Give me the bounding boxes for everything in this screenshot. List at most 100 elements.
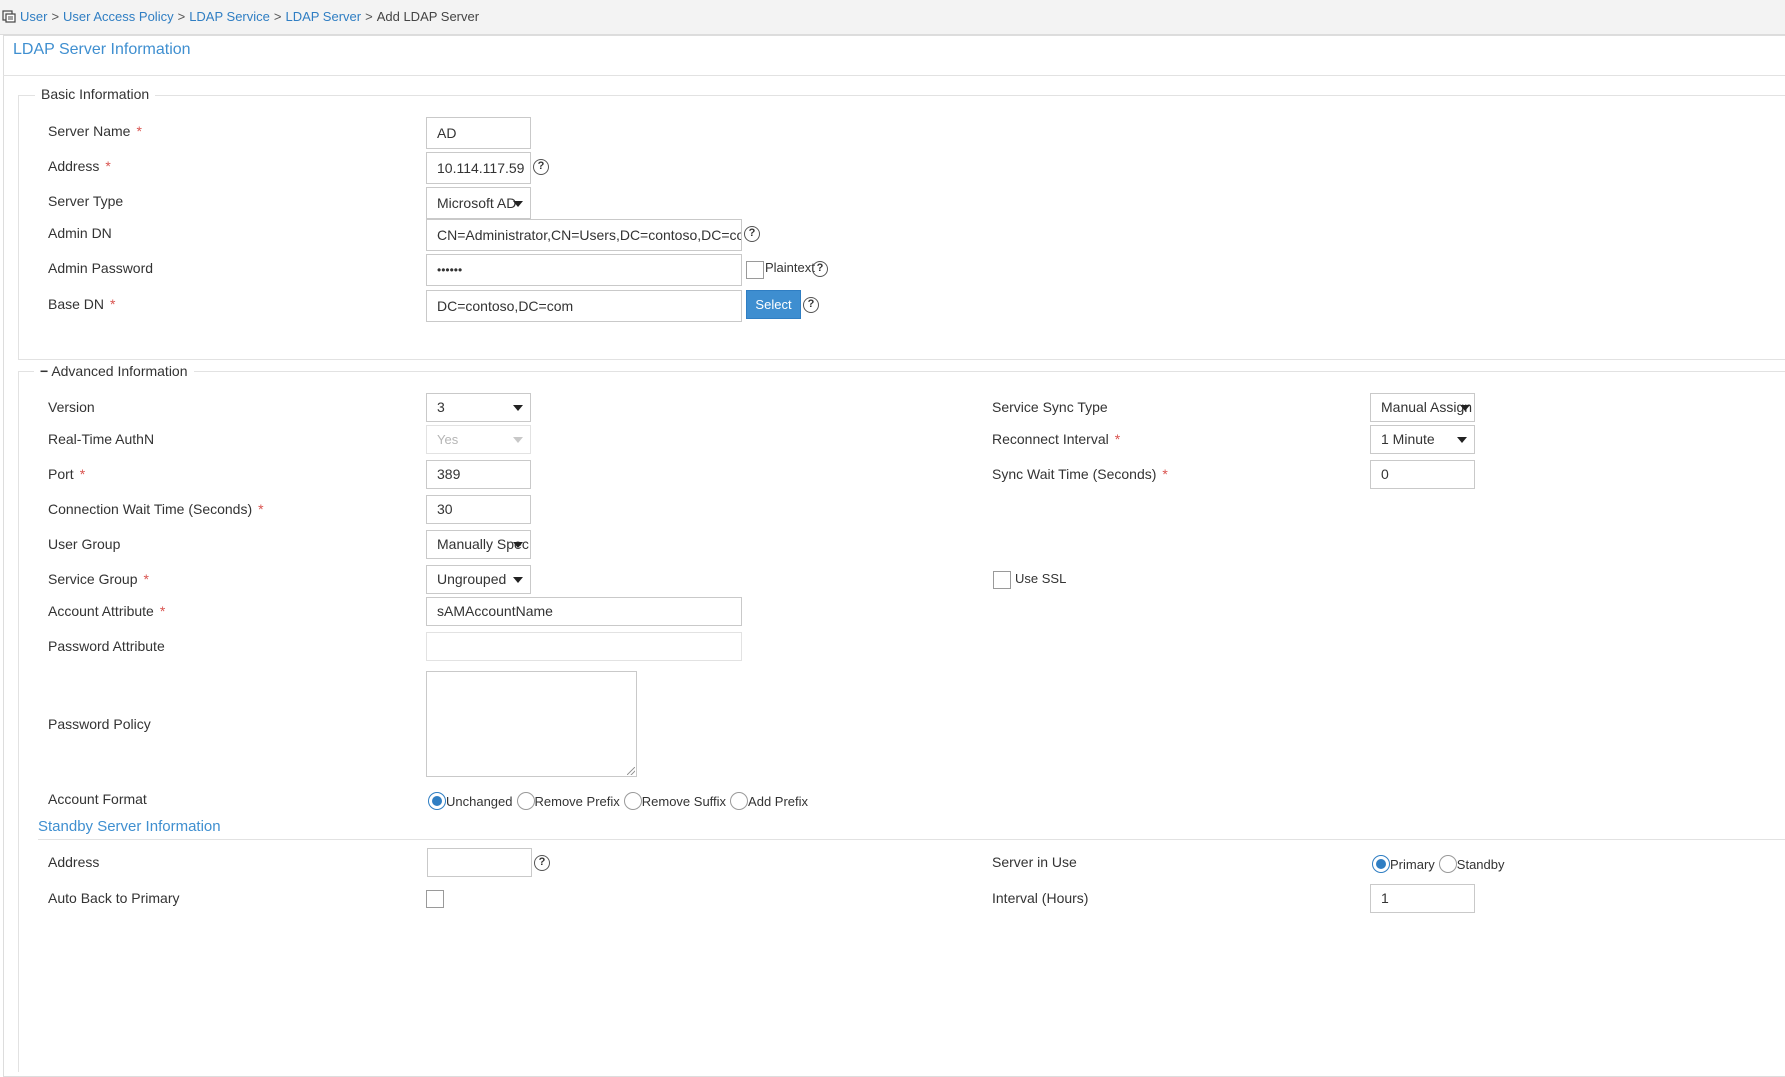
address-help-icon[interactable]: ?	[533, 159, 549, 175]
breadcrumb-link-ldap-server[interactable]: LDAP Server	[285, 9, 361, 24]
base-dn-input[interactable]: DC=contoso,DC=com	[426, 290, 742, 322]
radio-remove-suffix-label: Remove Suffix	[641, 793, 727, 809]
user-group-label: User Group	[48, 536, 121, 552]
radio-primary-label: Primary	[1390, 856, 1435, 872]
server-in-use-label: Server in Use	[992, 854, 1077, 870]
admin-password-input[interactable]: ••••••	[426, 254, 742, 286]
use-ssl-checkbox[interactable]	[993, 571, 1011, 589]
plaintext-label: Plaintext	[765, 260, 815, 275]
account-attribute-input[interactable]: sAMAccountName	[426, 597, 742, 626]
basic-info-fieldset	[18, 95, 1785, 360]
version-label: Version	[48, 399, 95, 415]
standby-divider	[38, 839, 1785, 840]
radio-standby-label: Standby	[1456, 856, 1505, 872]
service-group-select[interactable]: Ungrouped	[426, 565, 531, 594]
radio-add-prefix[interactable]	[730, 792, 749, 810]
password-attribute-label: Password Attribute	[48, 638, 165, 654]
connection-wait-input[interactable]: 30	[426, 495, 531, 524]
server-type-value: Microsoft AD	[437, 195, 517, 211]
account-format-label: Account Format	[48, 791, 147, 807]
server-name-label: Server Name *	[48, 123, 142, 139]
advanced-info-legend[interactable]: − Advanced Information	[34, 363, 194, 379]
reconnect-interval-label: Reconnect Interval *	[992, 431, 1121, 447]
auto-back-checkbox[interactable]	[426, 890, 444, 908]
radio-add-prefix-label: Add Prefix	[748, 793, 809, 809]
use-ssl-label: Use SSL	[1015, 571, 1067, 586]
address-input[interactable]: 10.114.117.59	[426, 152, 531, 184]
breadcrumb-link-ldap-service[interactable]: LDAP Service	[189, 9, 270, 24]
password-policy-textarea[interactable]	[426, 671, 637, 777]
chevron-down-icon	[1460, 405, 1470, 411]
plaintext-help-icon[interactable]: ?	[812, 261, 828, 277]
service-group-value: Ungrouped	[437, 571, 507, 587]
version-select[interactable]: 3	[426, 393, 531, 422]
radio-remove-prefix[interactable]	[516, 792, 535, 810]
account-format-radio-group: Unchanged Remove Prefix Remove Suffix Ad…	[428, 791, 808, 811]
connection-wait-label: Connection Wait Time (Seconds) *	[48, 501, 264, 517]
interval-hours-label: Interval (Hours)	[992, 890, 1089, 906]
chevron-down-icon	[513, 405, 523, 411]
realtime-authn-select: Yes	[426, 425, 531, 454]
chevron-down-icon	[513, 201, 523, 207]
sync-wait-label: Sync Wait Time (Seconds) *	[992, 466, 1168, 482]
reconnect-interval-select[interactable]: 1 Minute	[1370, 425, 1475, 454]
radio-unchanged[interactable]	[428, 792, 446, 810]
radio-unchanged-label: Unchanged	[446, 793, 513, 809]
port-input[interactable]: 389	[426, 460, 531, 489]
sync-wait-input[interactable]: 0	[1370, 460, 1475, 489]
basic-info-legend: Basic Information	[35, 86, 156, 102]
breadcrumb-link-user-access-policy[interactable]: User Access Policy	[63, 9, 174, 24]
panel-header	[3, 35, 1785, 76]
breadcrumb-separator: >	[365, 8, 373, 24]
breadcrumb-current: Add LDAP Server	[376, 8, 480, 24]
breadcrumb-separator: >	[273, 8, 282, 24]
admin-dn-help-icon[interactable]: ?	[744, 226, 760, 242]
collapse-icon[interactable]: −	[40, 363, 48, 379]
breadcrumb-separator: >	[51, 8, 60, 24]
standby-address-help-icon[interactable]: ?	[534, 855, 550, 871]
standby-section-title: Standby Server Information	[38, 818, 221, 835]
chevron-down-icon	[1457, 437, 1467, 443]
base-dn-help-icon[interactable]: ?	[803, 297, 819, 313]
user-group-select[interactable]: Manually Spec	[426, 530, 531, 559]
port-label: Port *	[48, 466, 86, 482]
auto-back-label: Auto Back to Primary	[48, 890, 180, 906]
realtime-authn-value: Yes	[437, 432, 459, 447]
admin-password-label: Admin Password	[48, 260, 154, 276]
reconnect-interval-value: 1 Minute	[1381, 431, 1435, 447]
radio-remove-suffix[interactable]	[623, 792, 642, 810]
server-in-use-radio-group: Primary Standby	[1372, 854, 1504, 874]
plaintext-checkbox[interactable]	[746, 261, 764, 279]
breadcrumb-link-user[interactable]: User	[20, 9, 47, 24]
server-type-label: Server Type	[48, 193, 124, 209]
radio-primary[interactable]	[1372, 855, 1390, 873]
base-dn-label: Base DN *	[48, 296, 116, 312]
account-attribute-label: Account Attribute *	[48, 603, 166, 619]
interval-hours-input[interactable]: 1	[1370, 884, 1475, 913]
service-group-label: Service Group *	[48, 571, 149, 587]
password-attribute-input[interactable]	[426, 632, 742, 661]
user-home-icon	[2, 9, 16, 23]
admin-dn-input[interactable]: CN=Administrator,CN=Users,DC=contoso,DC=…	[426, 219, 742, 251]
advanced-info-fieldset	[18, 371, 1785, 1072]
breadcrumb: User > User Access Policy > LDAP Service…	[2, 6, 479, 26]
chevron-down-icon	[513, 577, 523, 583]
standby-address-input[interactable]	[427, 848, 532, 877]
address-label: Address *	[48, 158, 111, 174]
version-value: 3	[437, 399, 445, 415]
select-base-dn-button[interactable]: Select	[746, 290, 801, 319]
radio-standby[interactable]	[1438, 855, 1457, 873]
panel-title: LDAP Server Information	[13, 41, 191, 58]
server-name-input[interactable]: AD	[426, 117, 531, 149]
realtime-authn-label: Real-Time AuthN	[48, 431, 155, 447]
service-sync-type-label: Service Sync Type	[992, 399, 1108, 415]
resize-grip-icon[interactable]	[627, 767, 635, 775]
password-policy-label: Password Policy	[48, 716, 151, 732]
breadcrumb-separator: >	[177, 8, 186, 24]
chevron-down-icon	[513, 437, 523, 443]
radio-remove-prefix-label: Remove Prefix	[534, 793, 620, 809]
chevron-down-icon	[513, 542, 523, 548]
standby-address-label: Address	[48, 854, 100, 870]
server-type-select[interactable]: Microsoft AD	[426, 187, 531, 219]
service-sync-type-select[interactable]: Manual Assign	[1370, 393, 1475, 422]
